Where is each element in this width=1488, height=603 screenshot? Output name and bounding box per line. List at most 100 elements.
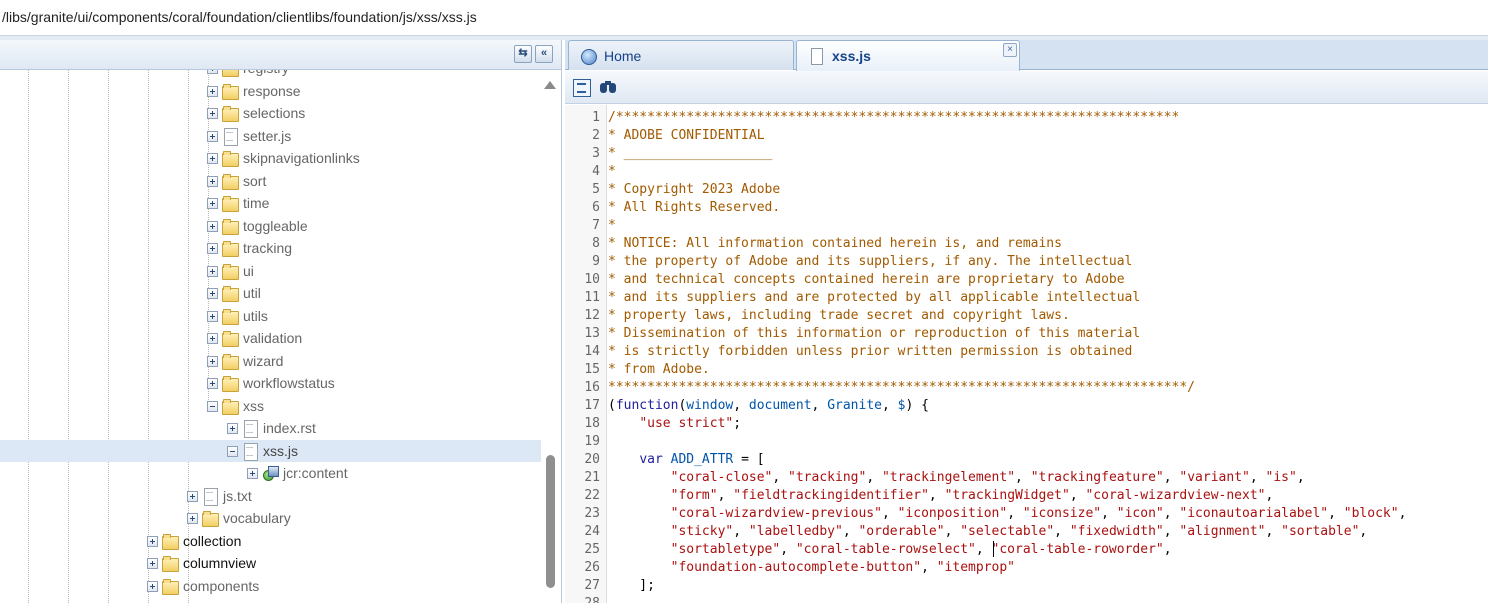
code-text: /***************************************… [608,109,1179,127]
code-token: , [1069,488,1086,503]
code-token: "foundation-autocomplete-button" [670,560,922,575]
code-token: , [1101,506,1117,521]
text-cursor [993,541,994,557]
tree-item-tracking[interactable]: tracking [0,237,541,259]
code-line: 20 var ADD_ATTR = [ [565,451,1488,469]
tree-scrollbar-thumb[interactable] [546,455,555,588]
tree-item-selections[interactable]: selections [0,102,541,124]
code-line: 25 "sortabletype", "coral-table-rowselec… [565,541,1488,559]
expand-toggle-icon[interactable] [207,70,218,74]
collapse-panel-icon[interactable]: « [535,45,553,63]
line-number: 8 [592,236,600,251]
expand-toggle-icon[interactable] [207,243,218,254]
expand-toggle-icon[interactable] [207,85,218,97]
tree-item-response[interactable]: response [0,80,541,102]
code-token: "fieldtrackingidentifier" [733,488,929,503]
expand-toggle-icon[interactable] [147,535,158,547]
code-token: , [1296,470,1305,485]
code-token: "use strict" [639,416,734,431]
expand-toggle-icon[interactable] [147,558,158,569]
tree-item-workflowstatus[interactable]: workflowstatus [0,372,541,394]
expand-toggle-icon[interactable] [207,130,218,142]
expand-toggle-icon[interactable] [187,490,198,502]
file-icon [222,127,238,146]
tree-item-label: sort [243,172,267,189]
tree-item-time[interactable]: time [0,192,541,214]
expand-toggle-icon[interactable] [207,108,218,119]
tab-xss-js[interactable]: xss.js × [796,40,1020,71]
tree-item-components[interactable]: components [0,575,541,597]
collapse-toggle-icon[interactable] [207,400,218,412]
tree-item-setter-js[interactable]: setter.js [0,125,541,147]
tree-item-registry[interactable]: registry [0,70,541,79]
code-text: "coral-close", "tracking", "trackingelem… [608,469,1305,487]
expand-toggle-icon[interactable] [207,355,218,367]
expand-toggle-icon[interactable] [207,153,218,164]
code-line: 3 * ___________________ [565,145,1488,163]
tree-item-label: index.rst [263,420,316,436]
close-tab-icon[interactable]: × [1003,43,1017,57]
collapse-toggle-icon[interactable] [227,445,238,457]
code-text: * is strictly forbidden unless prior wri… [608,343,1132,361]
code-token: , [842,524,859,539]
tree-item-wizard[interactable]: wizard [0,350,541,372]
tree-item-jcr-content[interactable]: jcr:content [0,462,541,484]
scroll-up-arrow-icon[interactable] [544,81,556,89]
tree-item-sort[interactable]: sort [0,170,541,192]
folder-icon [222,173,239,190]
tree-item-index-rst[interactable]: index.rst [0,417,541,439]
code-line: 2 * ADOBE CONFIDENTIAL [565,127,1488,145]
code-editor[interactable]: 1 /**************************************… [565,105,1488,603]
code-line: 5 * Copyright 2023 Adobe [565,181,1488,199]
tree-item-xss-js[interactable]: xss.js [0,439,541,462]
tree-item-collection[interactable]: collection [0,530,541,552]
tree-item-ui[interactable]: ui [0,260,541,282]
expand-toggle-icon[interactable] [207,175,218,187]
code-token: "orderable" [858,524,945,539]
tree-item-skipnavigationlinks[interactable]: skipnavigationlinks [0,147,541,169]
line-number: 7 [592,218,600,233]
expand-toggle-icon[interactable] [227,423,238,434]
tree-item-js-txt[interactable]: js.txt [0,485,541,507]
code-line: 19 [565,433,1488,451]
expand-toggle-icon[interactable] [207,310,218,322]
tree-item-utils[interactable]: utils [0,305,541,327]
code-token: , [1328,506,1344,521]
tree-item-label: validation [243,330,303,346]
tree-item-validation[interactable]: validation [0,327,541,349]
expand-toggle-icon[interactable] [207,198,218,209]
code-line: 14 * is strictly forbidden unless prior w… [565,343,1488,361]
tree-item-label: setter.js [243,127,292,144]
expand-toggle-icon[interactable] [207,288,218,299]
binoculars-icon[interactable] [599,78,619,98]
tree-item-toggleable[interactable]: toggleable [0,215,541,237]
code-text: "coral-wizardview-previous", "iconpositi… [608,505,1407,523]
expand-toggle-icon[interactable] [147,580,158,592]
code-line: 23 "coral-wizardview-previous", "iconpos… [565,505,1488,523]
tree-item-vocabulary[interactable]: vocabulary [0,507,541,529]
code-token: , [1163,470,1180,485]
code-token: "coral-close" [670,470,773,485]
code-token: "fixedwidth" [1069,524,1164,539]
code-text: * All Rights Reserved. [608,199,780,217]
expand-toggle-icon[interactable] [207,333,218,344]
expand-toggle-icon[interactable] [187,513,198,524]
expand-toggle-icon[interactable] [207,220,218,232]
expand-toggle-icon[interactable] [247,468,258,479]
tab-home[interactable]: Home [568,40,794,70]
code-line: 17 (function(window, document, Granite, $… [565,397,1488,415]
file-icon [242,442,258,461]
code-token: "itemprop" [936,560,1016,575]
line-number: 18 [584,416,600,431]
tree-item-util[interactable]: util [0,282,541,304]
code-token: "block" [1343,506,1399,521]
code-text: "use strict"; [608,415,741,433]
expand-toggle-icon[interactable] [207,265,218,277]
tree-item-columnview[interactable]: columnview [0,552,541,574]
format-code-icon[interactable] [572,78,592,98]
tree-item-xss[interactable]: xss [0,395,541,417]
expand-toggle-icon[interactable] [207,378,218,389]
folder-icon [222,83,239,100]
refresh-icon[interactable]: ⇆ [514,45,532,63]
